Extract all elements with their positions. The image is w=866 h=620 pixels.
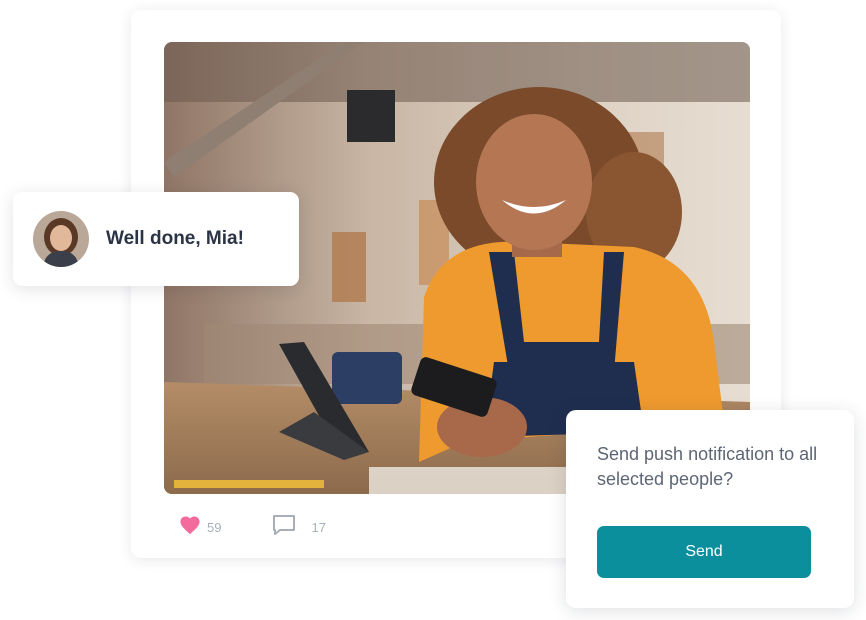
message-text: Well done, Mia! [106,228,244,249]
like-count: 59 [207,519,222,535]
like-button[interactable]: 59 [179,515,221,540]
comment-count: 17 [311,519,326,535]
heart-icon [179,515,201,540]
send-button[interactable]: Send [597,526,811,578]
notification-card: Send push notification to all selected p… [566,410,854,608]
avatar [33,211,89,267]
notification-prompt: Send push notification to all selected p… [597,444,818,489]
comment-button[interactable]: 17 [271,513,326,542]
message-card: Well done, Mia! [13,192,299,286]
post-reactions: 59 17 [179,513,376,542]
comment-bubble-icon [271,513,297,542]
